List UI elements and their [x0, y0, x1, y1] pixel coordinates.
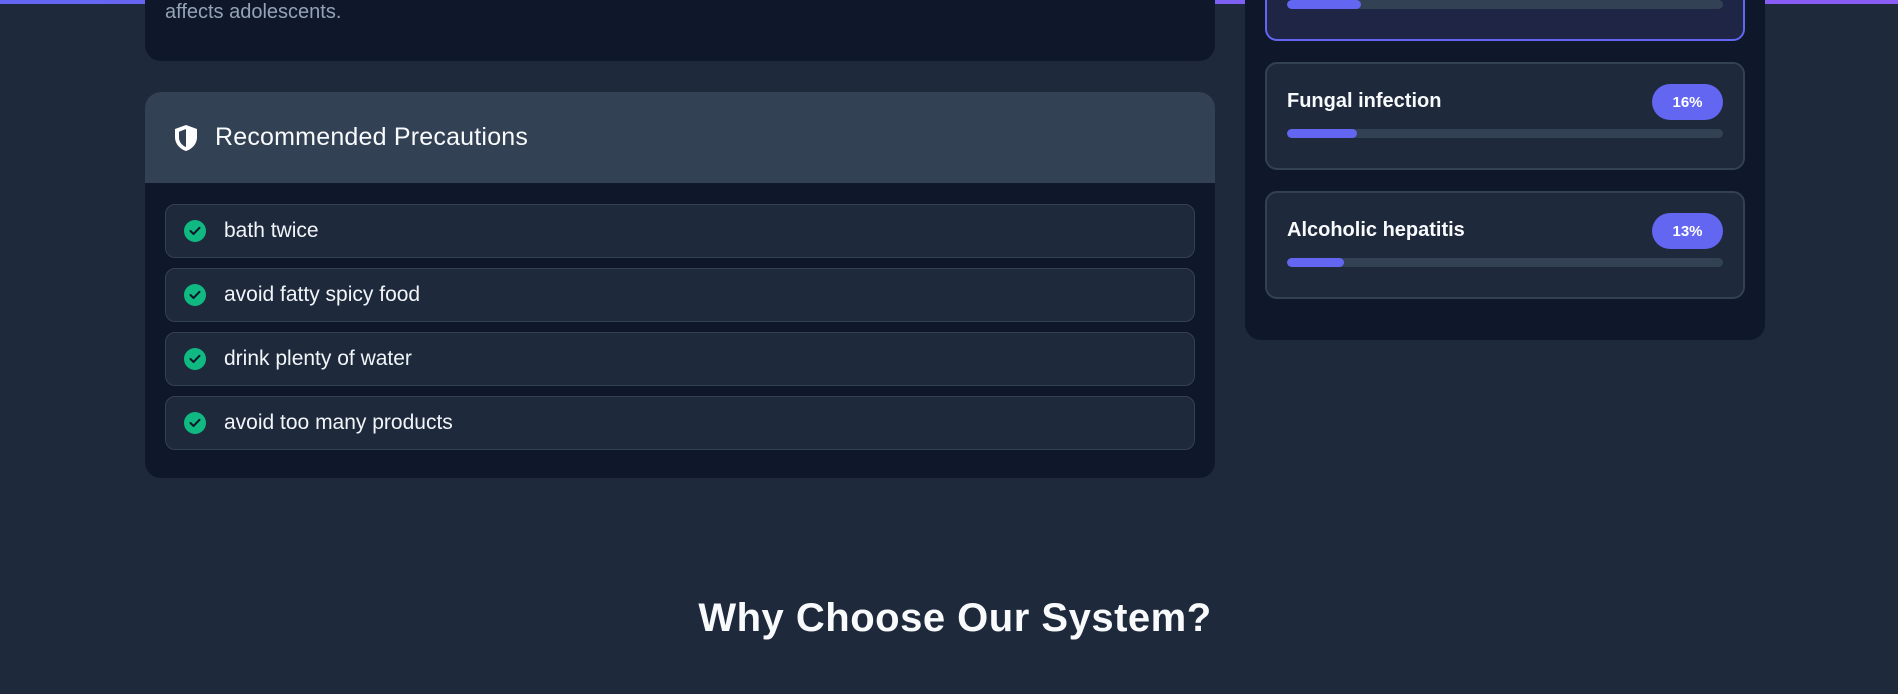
prediction-card[interactable]: Alcoholic hepatitis 13% — [1265, 191, 1745, 299]
precaution-item: drink plenty of water — [165, 332, 1195, 386]
probability-fill — [1287, 0, 1362, 9]
probability-badge: 13% — [1652, 213, 1723, 249]
precaution-label: avoid too many products — [224, 411, 453, 434]
prediction-card[interactable]: Fungal infection 16% — [1265, 62, 1745, 170]
precautions-header: Recommended Precautions — [145, 92, 1215, 183]
description-text: affects adolescents. — [165, 1, 342, 23]
probability-bar — [1287, 129, 1723, 138]
check-circle-icon — [184, 412, 206, 434]
precautions-title: Recommended Precautions — [215, 123, 529, 151]
disease-name: Fungal infection — [1287, 90, 1442, 112]
shield-icon — [173, 124, 199, 152]
precaution-item: avoid fatty spicy food — [165, 268, 1195, 322]
section-title: Why Choose Our System? — [698, 596, 1212, 640]
predictions-panel: Fungal infection 16% Alcoholic hepatitis… — [1245, 0, 1765, 340]
description-card: affects adolescents. — [145, 0, 1215, 61]
precaution-label: avoid fatty spicy food — [224, 283, 421, 306]
precaution-label: bath twice — [224, 219, 319, 242]
check-circle-icon — [184, 284, 206, 306]
precaution-item: bath twice — [165, 204, 1195, 258]
prediction-card-active[interactable] — [1265, 0, 1745, 41]
precaution-label: drink plenty of water — [224, 347, 412, 370]
check-circle-icon — [184, 348, 206, 370]
check-circle-icon — [184, 220, 206, 242]
probability-badge: 16% — [1652, 84, 1723, 120]
probability-fill — [1287, 129, 1357, 138]
precaution-item: avoid too many products — [165, 396, 1195, 450]
disease-name: Alcoholic hepatitis — [1287, 219, 1465, 241]
precautions-card: Recommended Precautions bath twice avoid… — [145, 92, 1215, 478]
probability-fill — [1287, 258, 1344, 267]
probability-bar — [1287, 258, 1723, 267]
probability-bar — [1287, 0, 1723, 9]
precautions-list: bath twice avoid fatty spicy food drink … — [145, 183, 1215, 450]
